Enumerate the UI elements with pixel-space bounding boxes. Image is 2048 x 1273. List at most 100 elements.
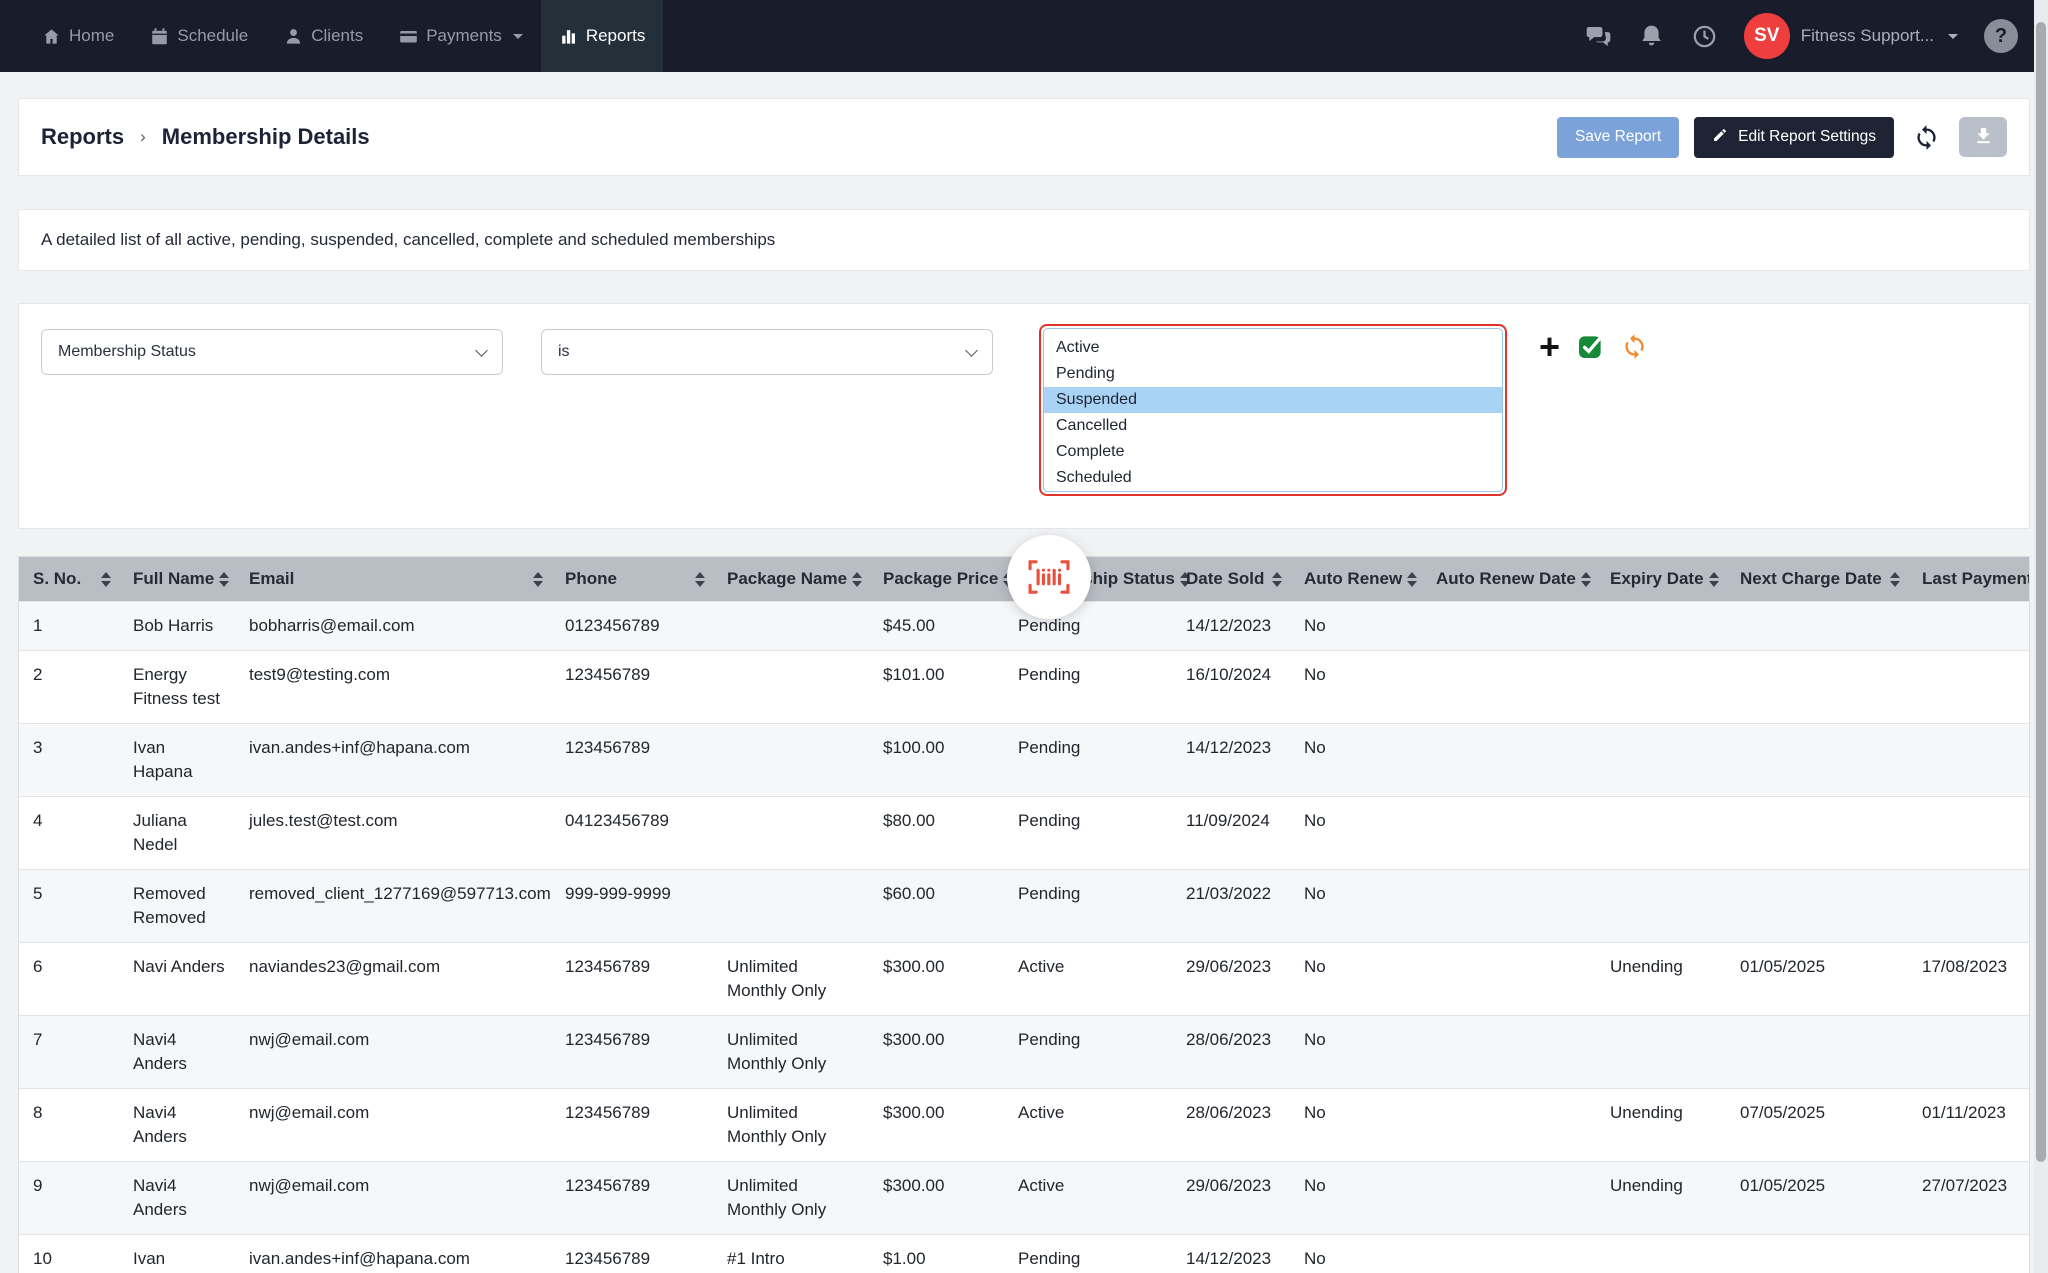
breadcrumb: Reports › Membership Details <box>41 124 370 150</box>
reset-filter-icon[interactable] <box>1621 333 1648 360</box>
column-header-full-name[interactable]: Full Name <box>119 557 235 602</box>
table-cell: No <box>1290 650 1422 724</box>
table-cell <box>1422 1088 1596 1162</box>
table-cell <box>1908 796 2029 870</box>
table-row: 8 Navi4 Anders nwj@email.com 123456789 Unlim… <box>19 1088 2029 1162</box>
table-cell: Unending <box>1596 942 1726 1016</box>
scrollbar-thumb[interactable] <box>2036 22 2046 1162</box>
table-cell: 16/10/2024 <box>1172 650 1290 724</box>
sort-icon[interactable] <box>852 571 863 587</box>
table-cell <box>1422 723 1596 797</box>
table-cell: 9 <box>19 1161 119 1235</box>
table-cell <box>713 601 869 651</box>
table-cell: Juliana Nedel <box>119 796 235 870</box>
table-cell: naviandes23@gmail.com <box>235 942 551 1016</box>
nav-item-schedule[interactable]: Schedule <box>132 0 266 72</box>
listbox-option-cancelled[interactable]: Cancelled <box>1044 413 1502 439</box>
nav-item-reports[interactable]: Reports <box>540 0 664 72</box>
table-cell: Removed Removed <box>119 869 235 943</box>
vertical-scrollbar[interactable] <box>2034 0 2048 1273</box>
filter-operator-select[interactable]: is <box>541 329 993 375</box>
apply-filter-icon[interactable] <box>1577 333 1604 360</box>
table-cell: Pending <box>1004 723 1172 797</box>
account-menu[interactable]: SV Fitness Support... <box>1743 13 1958 59</box>
listbox-options: Active Pending Suspended Cancelled Complete S… <box>1043 328 1503 492</box>
table-cell: 28/06/2023 <box>1172 1088 1290 1162</box>
sort-icon[interactable] <box>1407 571 1418 587</box>
table-cell: 01/05/2025 <box>1726 1161 1908 1235</box>
nav-item-payments[interactable]: Payments <box>381 0 541 72</box>
column-header-date-sold[interactable]: Date Sold <box>1172 557 1290 602</box>
table-row: 4 Juliana Nedel jules.test@test.com 0412345… <box>19 796 2029 870</box>
table-cell <box>1726 723 1908 797</box>
column-label: S. No. <box>33 569 82 588</box>
sort-icon[interactable] <box>695 571 705 587</box>
home-icon <box>42 27 61 46</box>
filter-field-select[interactable]: Membership Status <box>41 329 503 375</box>
column-header-package-price[interactable]: Package Price <box>869 557 1014 602</box>
sort-icon[interactable] <box>1272 571 1282 587</box>
clock-icon[interactable] <box>1691 23 1718 50</box>
nav-item-clients[interactable]: Clients <box>266 0 381 72</box>
sort-icon[interactable] <box>1890 571 1900 587</box>
table-cell: Navi4 Anders <box>119 1161 235 1235</box>
table-cell: nwj@email.com <box>235 1015 551 1089</box>
sort-icon[interactable] <box>219 571 230 587</box>
table-cell: No <box>1290 1161 1422 1235</box>
table-cell <box>1596 796 1726 870</box>
download-button[interactable] <box>1959 117 2007 157</box>
listbox-option-active[interactable]: Active <box>1044 335 1502 361</box>
refresh-icon[interactable] <box>1913 124 1940 151</box>
table-cell: 2 <box>19 650 119 724</box>
sort-icon[interactable] <box>1708 571 1719 587</box>
column-label: Full Name <box>133 569 215 588</box>
breadcrumb-reports[interactable]: Reports <box>41 124 124 150</box>
nav-items: Home Schedule Clients Payments Reports <box>24 0 664 72</box>
table-cell: 28/06/2023 <box>1172 1015 1290 1089</box>
bell-icon[interactable] <box>1638 23 1665 50</box>
table-cell <box>713 723 869 797</box>
sort-icon[interactable] <box>1580 571 1591 587</box>
column-header-phone[interactable]: Phone <box>551 557 713 602</box>
column-header-package-name[interactable]: Package Name <box>713 557 869 602</box>
top-navbar: Home Schedule Clients Payments Reports SV Fi… <box>0 0 2048 72</box>
listbox-option-suspended[interactable]: Suspended <box>1044 387 1502 413</box>
nav-item-label: Reports <box>585 26 646 45</box>
column-header-auto-renew[interactable]: Auto Renew <box>1290 557 1422 602</box>
sort-icon[interactable] <box>101 571 111 587</box>
table-cell: 4 <box>19 796 119 870</box>
table-cell <box>1908 1234 2029 1273</box>
table-cell <box>1422 1161 1596 1235</box>
column-header-auto-renew-date[interactable]: Auto Renew Date <box>1422 557 1596 602</box>
column-header-expiry-date[interactable]: Expiry Date <box>1596 557 1726 602</box>
table-row: 5 Removed Removed removed_client_1277169@5… <box>19 869 2029 943</box>
column-header-email[interactable]: Email <box>235 557 551 602</box>
column-label: Next Charge Date <box>1740 569 1882 588</box>
add-filter-icon[interactable]: + <box>1539 329 1560 365</box>
edit-report-settings-button[interactable]: Edit Report Settings <box>1694 116 1894 158</box>
table-cell: Unlimited Monthly Only <box>713 1088 869 1162</box>
memberships-table: S. No. Full Name Email Phone Package Name Pac… <box>18 556 2030 1273</box>
table-cell: 07/05/2025 <box>1726 1088 1908 1162</box>
listbox-option-complete[interactable]: Complete <box>1044 439 1502 465</box>
column-header-next-charge-date[interactable]: Next Charge Date <box>1726 557 1908 602</box>
chevron-down-icon <box>965 343 978 357</box>
listbox-option-pending[interactable]: Pending <box>1044 361 1502 387</box>
nav-item-label: Schedule <box>177 26 249 45</box>
help-icon[interactable]: ? <box>1984 19 2018 53</box>
listbox-option-scheduled[interactable]: Scheduled <box>1044 465 1502 491</box>
sort-icon[interactable] <box>533 571 543 587</box>
save-report-button[interactable]: Save Report <box>1556 116 1680 158</box>
table-row: 7 Navi4 Anders nwj@email.com 123456789 Unlim… <box>19 1015 2029 1089</box>
table-cell: 29/06/2023 <box>1172 942 1290 1016</box>
nav-item-label: Clients <box>311 26 364 45</box>
nav-item-home[interactable]: Home <box>24 0 132 72</box>
chat-icon[interactable] <box>1585 23 1612 50</box>
clients-icon <box>284 27 303 46</box>
table-cell: test9@testing.com <box>235 650 551 724</box>
column-header-s-no-[interactable]: S. No. <box>19 557 119 602</box>
table-cell: nwj@email.com <box>235 1161 551 1235</box>
column-header-last-payment[interactable]: Last Payment <box>1908 557 2029 602</box>
table-cell: 123456789 <box>551 650 713 724</box>
table-cell: 7 <box>19 1015 119 1089</box>
